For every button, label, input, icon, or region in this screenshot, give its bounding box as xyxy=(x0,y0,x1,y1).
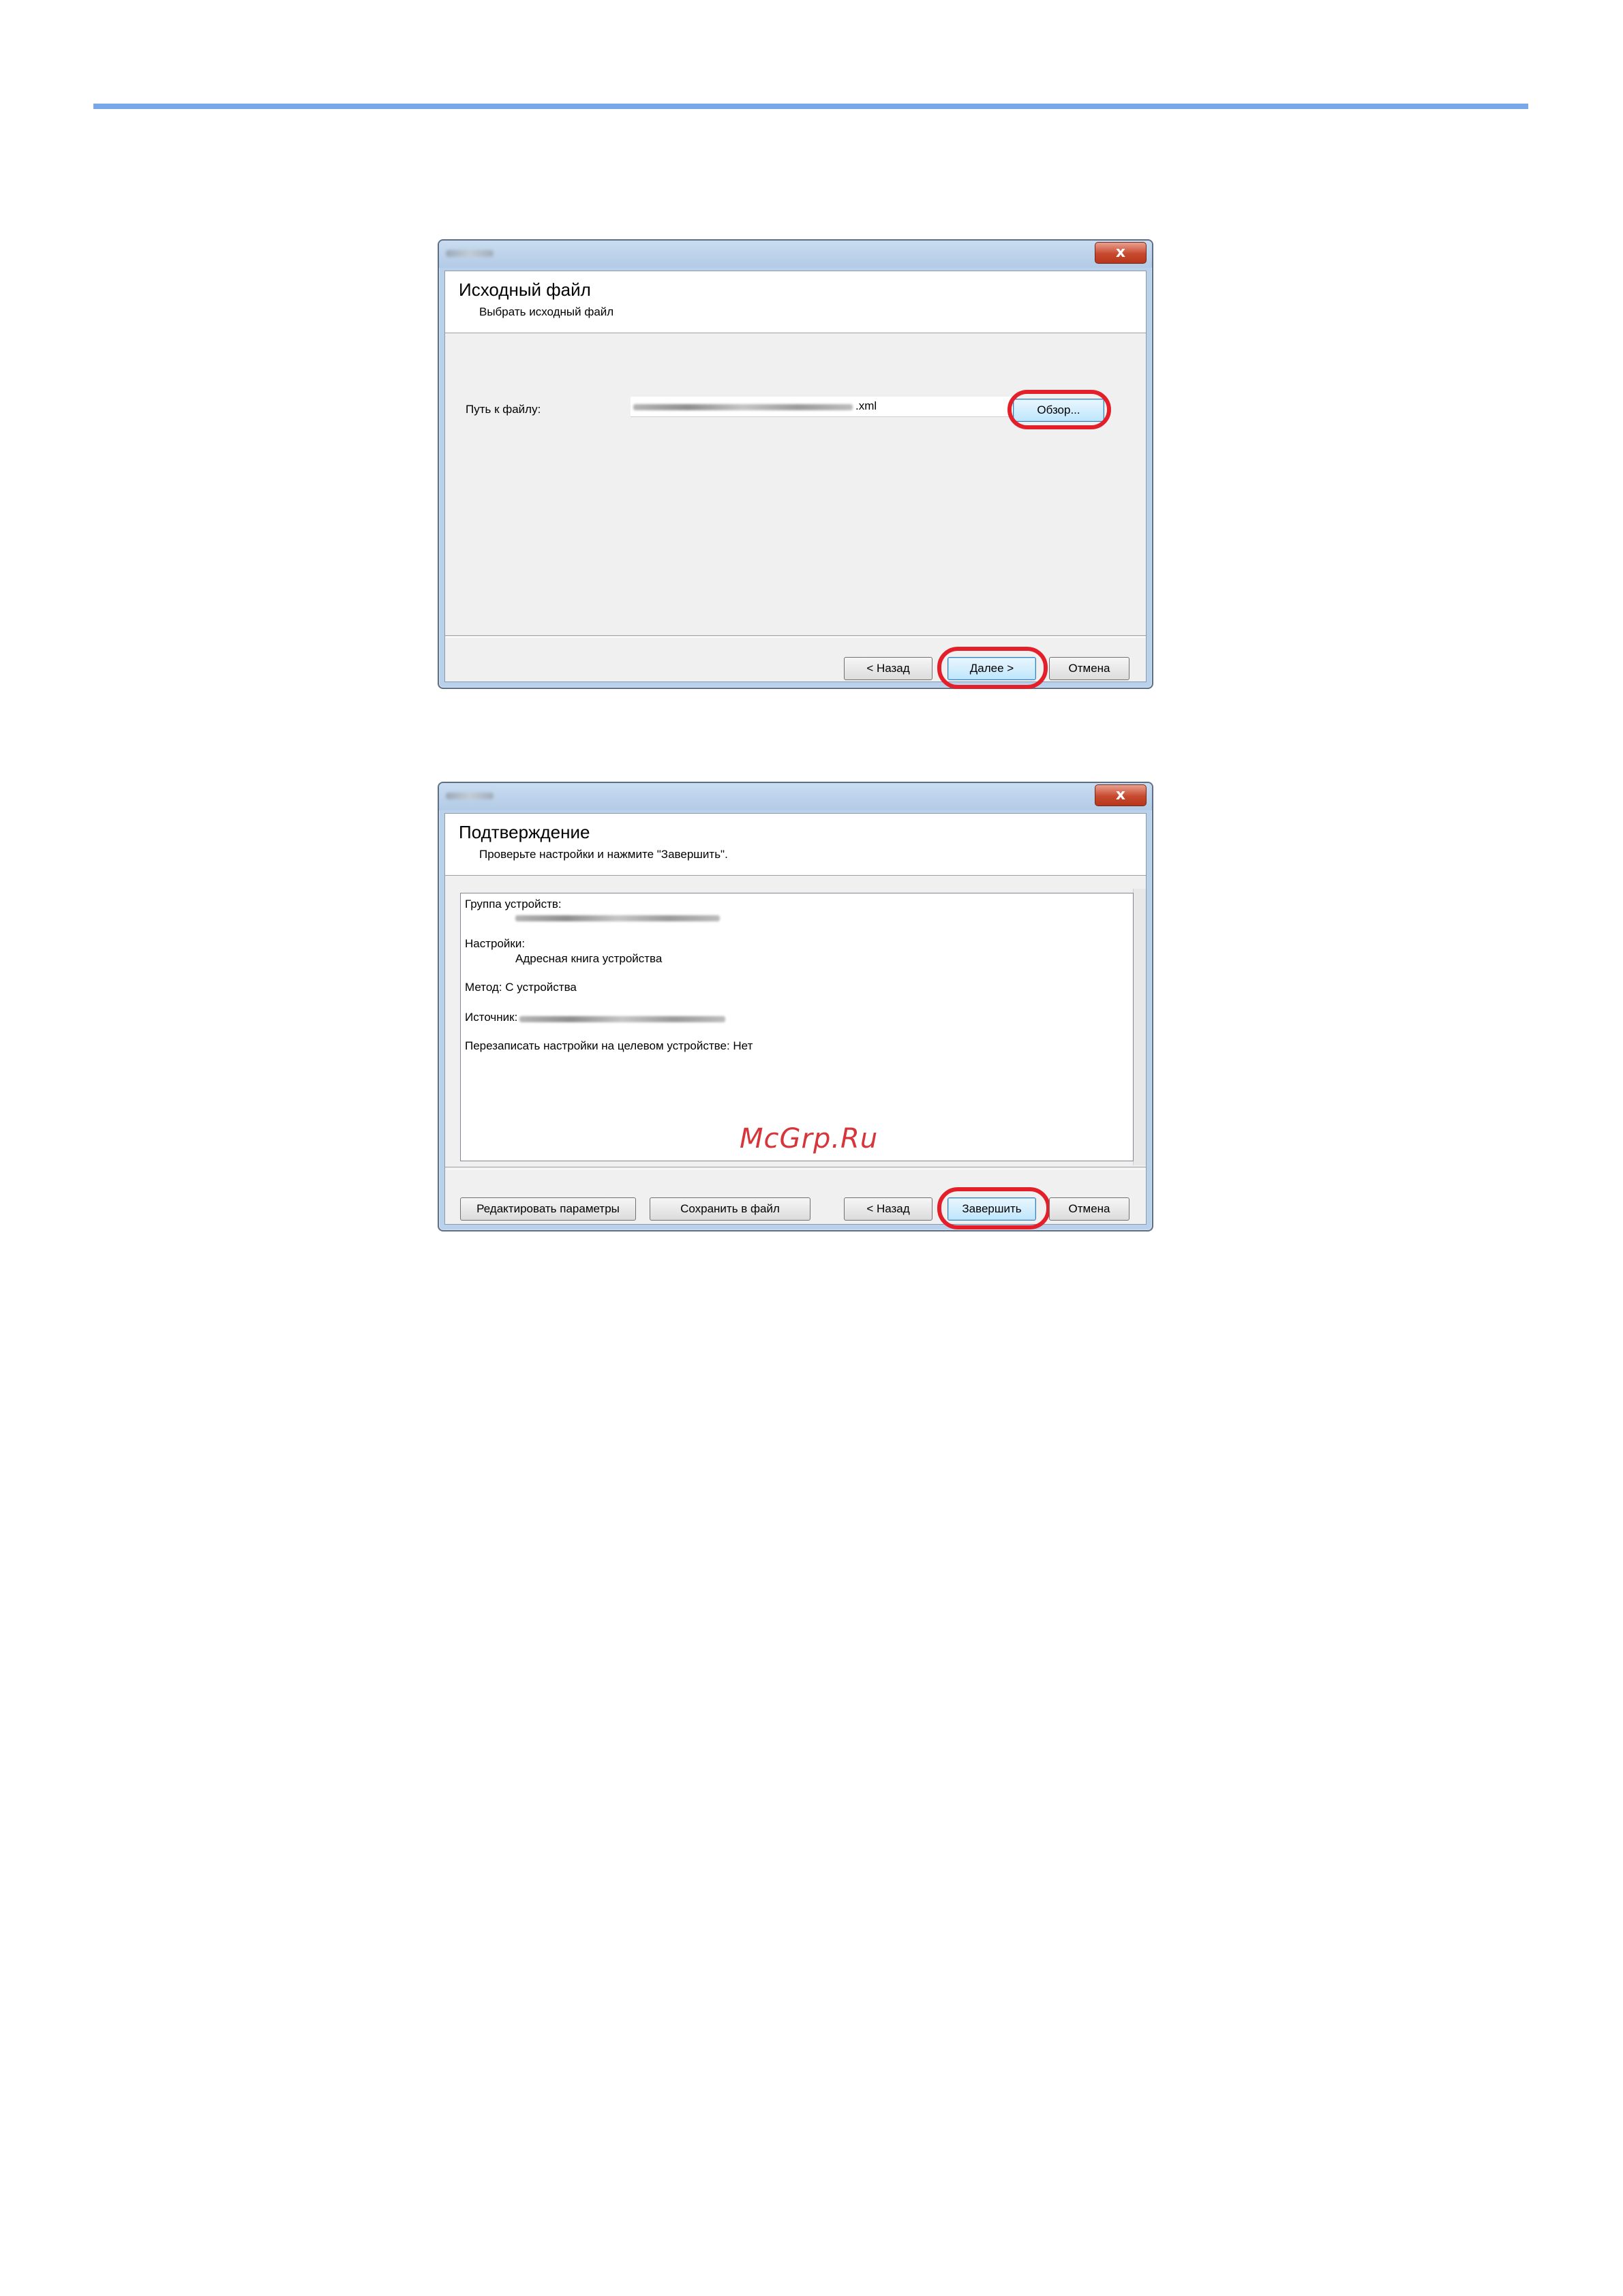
settings-value: Адресная книга устройства xyxy=(515,952,663,965)
source-blurred xyxy=(519,1016,725,1022)
page-subtitle: Проверьте настройки и нажмите "Завершить… xyxy=(479,848,728,861)
overwrite-line: Перезаписать настройки на целевом устрой… xyxy=(465,1039,753,1052)
wizard-header: Исходный файл Выбрать исходный файл xyxy=(445,271,1146,333)
file-path-blurred xyxy=(633,404,853,410)
file-path-label: Путь к файлу: xyxy=(466,403,541,416)
save-to-file-button[interactable]: Сохранить в файл xyxy=(650,1197,810,1221)
cancel-button[interactable]: Отмена xyxy=(1049,657,1129,680)
source-label: Источник: xyxy=(465,1011,518,1024)
method-line: Метод: С устройства xyxy=(465,981,577,994)
source-file-dialog: x Исходный файл Выбрать исходный файл Пу… xyxy=(438,239,1153,689)
cancel-button[interactable]: Отмена xyxy=(1049,1197,1129,1221)
title-bar[interactable]: x xyxy=(439,241,1152,268)
device-group-blurred xyxy=(515,915,720,921)
close-icon: x xyxy=(1115,244,1126,261)
title-bar[interactable]: x xyxy=(439,783,1152,810)
summary-scrollbar[interactable] xyxy=(1133,889,1146,1165)
close-icon: x xyxy=(1115,786,1126,803)
back-button[interactable]: < Назад xyxy=(844,1197,932,1221)
page-title: Подтверждение xyxy=(459,822,590,842)
file-extension: .xml xyxy=(855,399,877,412)
window-title-blurred xyxy=(446,793,494,799)
edit-parameters-button[interactable]: Редактировать параметры xyxy=(460,1197,636,1221)
close-button[interactable]: x xyxy=(1095,242,1147,264)
back-button[interactable]: < Назад xyxy=(844,657,932,680)
next-highlight xyxy=(937,647,1048,689)
browse-highlight xyxy=(1007,390,1111,429)
file-path-input[interactable]: .xml xyxy=(631,397,1019,417)
dialog-client-area: Исходный файл Выбрать исходный файл Путь… xyxy=(444,271,1147,689)
manual-page: x Исходный файл Выбрать исходный файл Пу… xyxy=(0,0,1623,2296)
wizard-header: Подтверждение Проверьте настройки и нажм… xyxy=(445,814,1146,876)
page-subtitle: Выбрать исходный файл xyxy=(479,305,614,318)
watermark: McGrp.Ru xyxy=(740,1123,879,1154)
footer-separator xyxy=(445,1167,1146,1169)
page-title: Исходный файл xyxy=(459,279,591,300)
confirmation-dialog: x Подтверждение Проверьте настройки и на… xyxy=(438,782,1153,1231)
footer-separator xyxy=(445,635,1146,638)
window-title-blurred xyxy=(446,250,494,257)
dialog-client-area: Подтверждение Проверьте настройки и нажм… xyxy=(444,813,1147,1229)
summary-text-area[interactable]: Группа устройств: Настройки: Адресная кн… xyxy=(460,893,1134,1161)
settings-label: Настройки: xyxy=(465,937,526,950)
header-rule xyxy=(93,104,1528,109)
close-button[interactable]: x xyxy=(1095,784,1147,806)
device-group-label: Группа устройств: xyxy=(465,898,562,910)
finish-highlight xyxy=(937,1187,1050,1229)
